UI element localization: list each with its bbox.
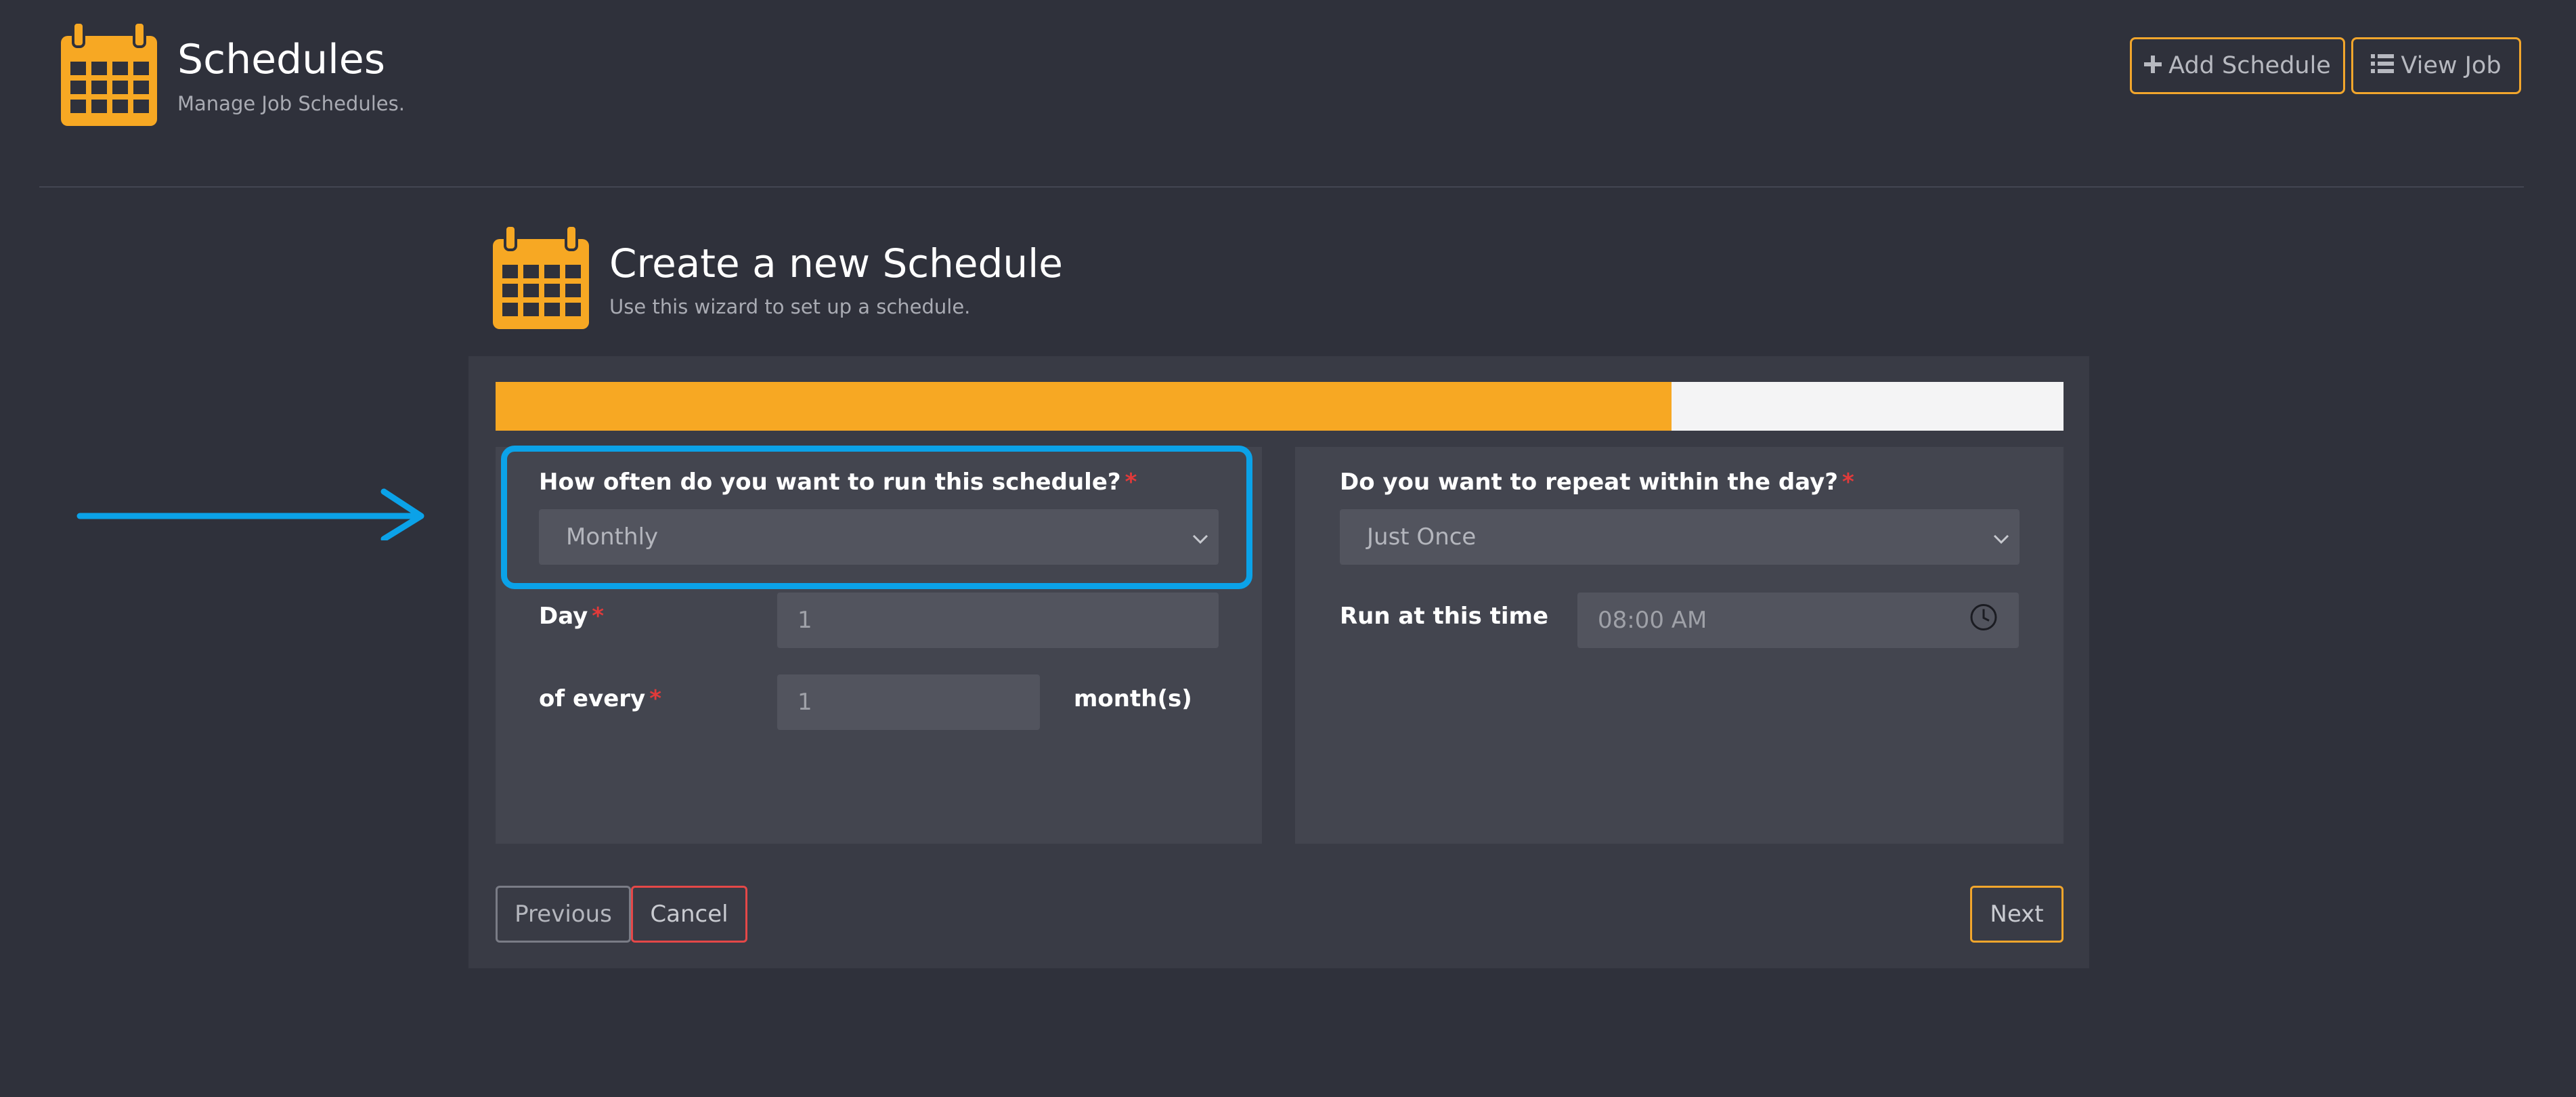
repeat-select[interactable]: Just Once bbox=[1340, 509, 2020, 565]
day-label: Day * bbox=[539, 603, 605, 630]
add-schedule-button[interactable]: Add Schedule bbox=[2130, 37, 2345, 94]
repeat-select-value: Just Once bbox=[1367, 523, 1477, 551]
required-marker: * bbox=[649, 685, 661, 712]
view-job-label: View Job bbox=[2401, 52, 2502, 79]
chevron-down-icon bbox=[1992, 523, 2010, 551]
add-schedule-label: Add Schedule bbox=[2168, 52, 2331, 79]
page-subtitle: Manage Job Schedules. bbox=[177, 92, 405, 115]
plus-icon bbox=[2144, 52, 2162, 79]
wizard-subtitle: Use this wizard to set up a schedule. bbox=[609, 295, 971, 318]
repeat-label: Do you want to repeat within the day? * bbox=[1340, 469, 1854, 496]
page-title: Schedules bbox=[177, 36, 385, 83]
progress-bar-fill bbox=[496, 382, 1672, 431]
every-input[interactable]: 1 bbox=[777, 674, 1040, 730]
day-input[interactable]: 1 bbox=[777, 593, 1219, 648]
wizard-title: Create a new Schedule bbox=[609, 240, 1063, 286]
highlight-box bbox=[501, 446, 1252, 589]
clock-icon[interactable] bbox=[1969, 603, 1999, 639]
next-button[interactable]: Next bbox=[1970, 886, 2064, 943]
calendar-icon bbox=[61, 22, 157, 126]
day-input-value: 1 bbox=[798, 607, 812, 634]
every-label: of every * bbox=[539, 685, 661, 712]
wizard-calendar-icon bbox=[493, 225, 589, 329]
list-icon bbox=[2371, 52, 2395, 79]
cancel-button[interactable]: Cancel bbox=[631, 886, 747, 943]
every-unit-label: month(s) bbox=[1074, 685, 1192, 712]
header-divider bbox=[39, 186, 2524, 188]
view-job-button[interactable]: View Job bbox=[2351, 37, 2521, 94]
time-input[interactable]: 08:00 AM bbox=[1577, 593, 2019, 648]
required-marker: * bbox=[1842, 469, 1854, 496]
previous-button[interactable]: Previous bbox=[496, 886, 631, 943]
time-label: Run at this time bbox=[1340, 603, 1549, 630]
arrow-annotation-icon bbox=[76, 486, 428, 543]
time-input-value: 08:00 AM bbox=[1598, 607, 1707, 634]
every-input-value: 1 bbox=[798, 689, 812, 716]
required-marker: * bbox=[592, 603, 605, 630]
